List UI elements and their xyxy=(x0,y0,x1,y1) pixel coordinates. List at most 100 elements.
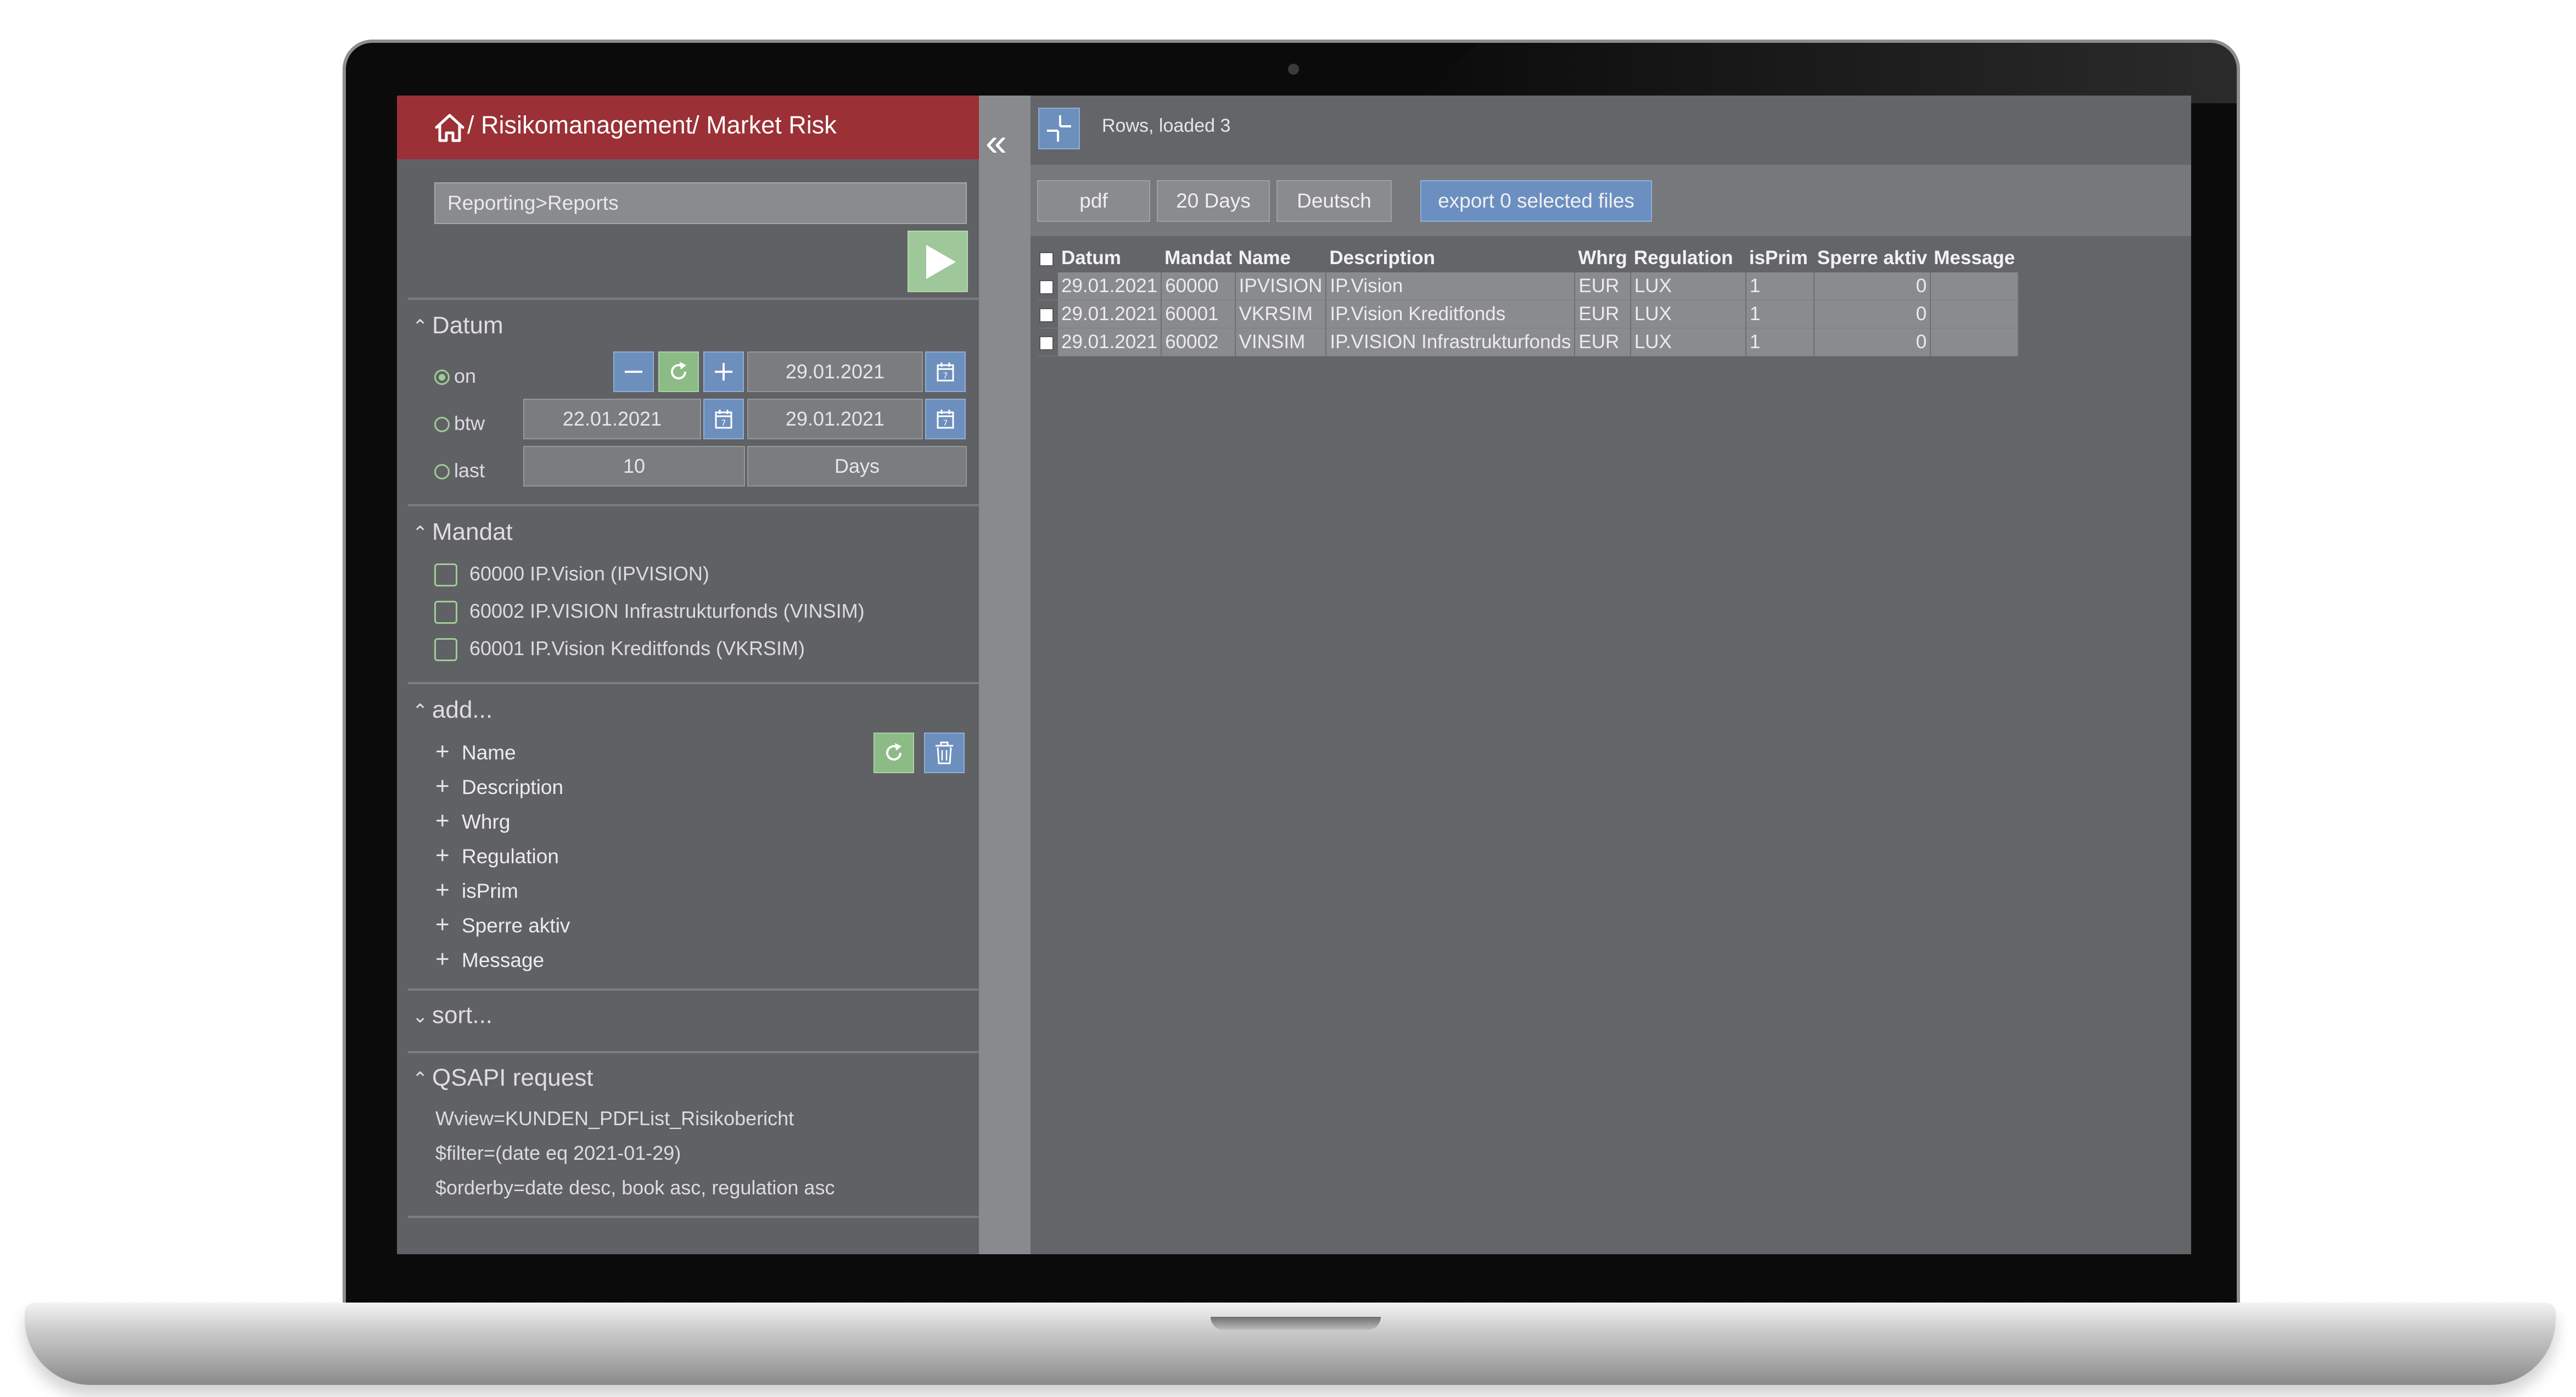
cell-message xyxy=(1930,272,2019,300)
column-header[interactable]: Name xyxy=(1235,244,1326,272)
language-button[interactable]: Deutsch xyxy=(1276,180,1392,222)
row-checkbox[interactable] xyxy=(1039,308,1054,322)
radio-on[interactable]: on xyxy=(434,365,476,388)
lid-glare xyxy=(1413,43,2237,103)
radio-btw-indicator[interactable] xyxy=(434,417,450,433)
date-on-field[interactable]: 29.01.2021 xyxy=(747,351,923,392)
mandat-checkbox[interactable] xyxy=(434,563,457,587)
date-on-calendar-button[interactable]: 7 xyxy=(925,351,966,392)
add-field-item[interactable]: + Sperre aktiv xyxy=(435,911,570,938)
mandat-checkbox[interactable] xyxy=(434,601,457,624)
run-button[interactable] xyxy=(908,231,968,292)
divider xyxy=(408,1216,979,1218)
plus-icon xyxy=(715,363,732,381)
date-from-field[interactable]: 22.01.2021 xyxy=(523,399,701,439)
table-row[interactable]: 29.01.2021 60000 IPVISION IP.Vision EUR … xyxy=(1038,272,2019,300)
mandat-checkbox[interactable] xyxy=(434,638,457,662)
radio-last-indicator[interactable] xyxy=(434,464,450,480)
column-header[interactable]: isPrim xyxy=(1746,244,1814,272)
format-pdf-button[interactable]: pdf xyxy=(1037,180,1150,222)
column-header[interactable]: Regulation xyxy=(1631,244,1746,272)
table-row[interactable]: 29.01.2021 60002 VINSIM IP.VISION Infras… xyxy=(1038,328,2019,356)
section-mandat-header[interactable]: ⌃ Mandat xyxy=(412,518,513,546)
add-field-item[interactable]: + isPrim xyxy=(435,876,518,904)
select-all-cell xyxy=(1038,244,1058,272)
export-button[interactable]: export 0 selected files xyxy=(1420,180,1652,222)
add-field-item[interactable]: + Name xyxy=(435,738,516,765)
cell-isprim: 1 xyxy=(1745,328,1815,356)
column-header[interactable]: Message xyxy=(1930,244,2018,272)
row-checkbox[interactable] xyxy=(1039,336,1054,350)
add-field-item[interactable]: + Whrg xyxy=(435,807,510,835)
divider xyxy=(408,504,979,506)
radio-btw[interactable]: btw xyxy=(434,412,485,435)
table-header-row: Datum Mandat Name Description Whrg Regul… xyxy=(1038,244,2018,272)
radio-on-indicator[interactable] xyxy=(434,370,450,385)
last-unit-select[interactable]: Days xyxy=(747,446,967,487)
cell-regulation: LUX xyxy=(1630,328,1746,356)
column-header[interactable]: Sperre aktiv xyxy=(1814,244,1930,272)
column-header[interactable]: Datum xyxy=(1058,244,1161,272)
cell-regulation: LUX xyxy=(1630,272,1746,300)
radio-last[interactable]: last xyxy=(434,459,485,482)
qsapi-line: Wview=KUNDEN_PDFList_Risikobericht xyxy=(435,1107,794,1130)
add-delete-button[interactable] xyxy=(924,733,965,773)
radio-btw-label: btw xyxy=(454,412,485,434)
date-from-calendar-button[interactable]: 7 xyxy=(703,399,744,439)
add-field-item[interactable]: + Regulation xyxy=(435,842,559,869)
section-datum-header[interactable]: ⌃ Datum xyxy=(412,312,503,339)
date-plus-button[interactable] xyxy=(703,351,744,392)
add-field-label: Description xyxy=(462,776,564,798)
report-path-field[interactable]: Reporting>Reports xyxy=(434,182,967,224)
column-header[interactable]: Description xyxy=(1326,244,1575,272)
date-to-calendar-button[interactable]: 7 xyxy=(925,399,966,439)
column-header[interactable]: Mandat xyxy=(1161,244,1235,272)
cell-mandat: 60000 xyxy=(1161,272,1236,300)
row-checkbox[interactable] xyxy=(1039,280,1054,294)
section-qsapi-label: QSAPI request xyxy=(432,1064,593,1091)
divider xyxy=(408,988,979,991)
home-icon[interactable] xyxy=(433,112,466,144)
last-count-field[interactable]: 10 xyxy=(523,446,745,487)
cell-datum: 29.01.2021 xyxy=(1058,272,1162,300)
add-field-label: Name xyxy=(462,741,516,764)
cell-sperre-aktiv: 0 xyxy=(1813,300,1931,328)
date-minus-button[interactable] xyxy=(613,351,654,392)
mandat-option[interactable]: 60001 IP.Vision Kreditfonds (VKRSIM) xyxy=(434,637,805,662)
cell-whrg: EUR xyxy=(1575,272,1631,300)
date-reset-button[interactable] xyxy=(658,351,699,392)
add-field-item[interactable]: + Description xyxy=(435,773,563,800)
results-panel: Rows, loaded 3 pdf 20 Days Deutsch expor… xyxy=(1031,96,2191,1254)
mandat-option-label: 60000 IP.Vision (IPVISION) xyxy=(469,562,709,585)
breadcrumb-title[interactable]: / Risikomanagement/ Market Risk xyxy=(467,111,837,139)
mandat-option[interactable]: 60000 IP.Vision (IPVISION) xyxy=(434,562,709,587)
row-select-cell xyxy=(1038,328,1058,356)
cell-datum: 29.01.2021 xyxy=(1058,300,1162,328)
date-to-field[interactable]: 29.01.2021 xyxy=(747,399,923,439)
select-all-checkbox[interactable] xyxy=(1039,252,1054,266)
qsapi-line: $filter=(date eq 2021-01-29) xyxy=(435,1142,681,1164)
trash-icon xyxy=(936,741,953,764)
panel-collapse-strip[interactable]: « xyxy=(979,96,1031,1254)
cell-isprim: 1 xyxy=(1745,272,1815,300)
mandat-option[interactable]: 60002 IP.VISION Infrastrukturfonds (VINS… xyxy=(434,600,865,624)
add-refresh-button[interactable] xyxy=(873,733,914,773)
header-bar: / Risikomanagement/ Market Risk xyxy=(397,96,979,159)
svg-text:7: 7 xyxy=(943,372,948,381)
laptop-base-notch xyxy=(1211,1317,1381,1330)
section-sort-header[interactable]: ⌄ sort... xyxy=(412,1002,492,1029)
section-add-header[interactable]: ⌃ add... xyxy=(412,696,492,724)
expand-button[interactable] xyxy=(1038,108,1080,149)
double-chevron-left-icon[interactable]: « xyxy=(985,123,1007,161)
column-header[interactable]: Whrg xyxy=(1575,244,1630,272)
days-button[interactable]: 20 Days xyxy=(1157,180,1270,222)
add-field-item[interactable]: + Message xyxy=(435,946,544,973)
add-field-label: Whrg xyxy=(462,811,511,833)
plus-icon: + xyxy=(435,738,450,765)
files-table: Datum Mandat Name Description Whrg Regul… xyxy=(1038,244,2019,356)
cell-datum: 29.01.2021 xyxy=(1058,328,1162,356)
table-row[interactable]: 29.01.2021 60001 VKRSIM IP.Vision Kredit… xyxy=(1038,300,2019,328)
plus-icon: + xyxy=(435,876,450,903)
section-qsapi-header[interactable]: ⌃ QSAPI request xyxy=(412,1064,593,1092)
row-select-cell xyxy=(1038,272,1058,300)
